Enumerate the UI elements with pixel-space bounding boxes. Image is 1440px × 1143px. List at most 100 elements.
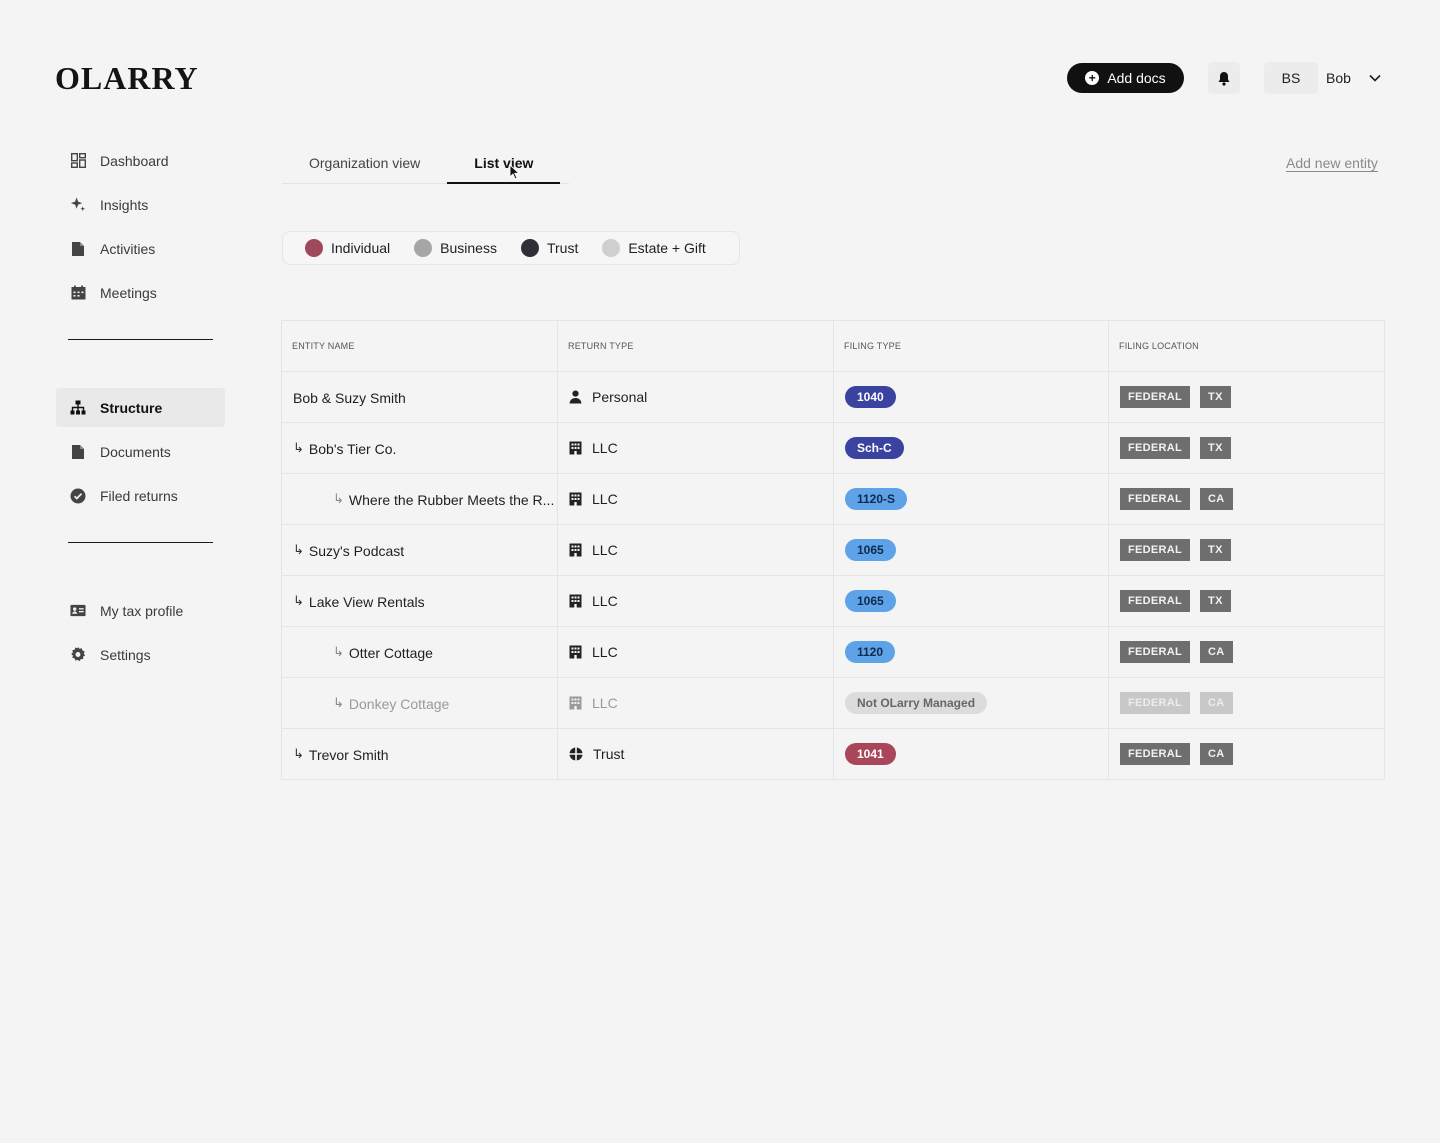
location-tag: CA bbox=[1200, 488, 1233, 510]
location-tag: FEDERAL bbox=[1120, 590, 1191, 612]
tab-list-view[interactable]: List view bbox=[447, 150, 561, 184]
table-row[interactable]: Bob & Suzy Smith Personal 1040 FEDERAL TX bbox=[281, 371, 1385, 423]
legend-item-estate-gift[interactable]: Estate + Gift bbox=[602, 239, 706, 257]
file-icon bbox=[70, 241, 86, 257]
sidebar-item-structure[interactable]: Structure bbox=[56, 388, 225, 427]
filing-type-cell: 1065 bbox=[833, 575, 1109, 627]
sidebar-item-filed-returns[interactable]: Filed returns bbox=[56, 476, 225, 515]
child-arrow-icon: ↳ bbox=[333, 644, 344, 660]
location-tag: FEDERAL bbox=[1120, 539, 1191, 561]
entity-name-cell: ↳ Trevor Smith bbox=[281, 728, 558, 780]
legend-dot bbox=[602, 239, 621, 257]
entity-name[interactable]: Bob & Suzy Smith bbox=[293, 390, 406, 406]
filing-location-cell: FEDERAL TX bbox=[1108, 371, 1385, 423]
table-row[interactable]: ↳ Lake View Rentals LLC 1065 FEDERAL TX bbox=[281, 575, 1385, 627]
entity-name-cell: ↳ Suzy's Podcast bbox=[281, 524, 558, 576]
return-type-label: LLC bbox=[592, 593, 618, 609]
sidebar-item-label: Filed returns bbox=[100, 487, 178, 504]
filing-type-cell: 1120 bbox=[833, 626, 1109, 678]
filing-type-cell: 1120-S bbox=[833, 473, 1109, 525]
person-icon bbox=[569, 390, 582, 404]
sidebar-item-label: Dashboard bbox=[100, 152, 169, 169]
legend-item-trust[interactable]: Trust bbox=[520, 239, 578, 257]
return-type-label: LLC bbox=[592, 440, 618, 456]
user-menu[interactable]: BS Bob bbox=[1264, 62, 1381, 94]
sidebar-item-meetings[interactable]: Meetings bbox=[56, 273, 225, 312]
notifications-button[interactable] bbox=[1208, 62, 1240, 94]
entity-name[interactable]: Where the Rubber Meets the R... bbox=[349, 492, 554, 508]
filing-location-cell: FEDERAL CA bbox=[1108, 677, 1385, 729]
table-row[interactable]: ↳ Donkey Cottage LLC Not OLarry Managed FEDE… bbox=[281, 677, 1385, 729]
user-name: Bob bbox=[1326, 70, 1351, 86]
sparkle-icon bbox=[70, 197, 86, 213]
entity-name[interactable]: Donkey Cottage bbox=[349, 696, 449, 712]
filing-location-cell: FEDERAL TX bbox=[1108, 524, 1385, 576]
sidebar-item-dashboard[interactable]: Dashboard bbox=[56, 141, 225, 180]
child-arrow-icon: ↳ bbox=[293, 593, 304, 609]
sidebar-item-insights[interactable]: Insights bbox=[56, 185, 225, 224]
filing-location-cell: FEDERAL CA bbox=[1108, 473, 1385, 525]
location-tag: FEDERAL bbox=[1120, 743, 1191, 765]
return-type-label: LLC bbox=[592, 542, 618, 558]
filing-type-badge: 1065 bbox=[845, 539, 896, 561]
return-type-cell: LLC bbox=[557, 524, 834, 576]
entity-name-cell: ↳ Otter Cottage bbox=[281, 626, 558, 678]
add-new-entity-link[interactable]: Add new entity bbox=[1286, 155, 1378, 171]
app-logo: OLARRY bbox=[55, 60, 199, 96]
location-tag: FEDERAL bbox=[1120, 641, 1191, 663]
filing-type-badge: 1120-S bbox=[845, 488, 908, 510]
return-type-cell: Trust bbox=[557, 728, 834, 780]
sidebar-item-settings[interactable]: Settings bbox=[56, 635, 225, 674]
sidebar-item-label: Activities bbox=[100, 240, 156, 257]
mouse-cursor-icon bbox=[509, 164, 520, 180]
filing-type-badge: 1120 bbox=[845, 641, 896, 663]
hierarchy-icon bbox=[70, 400, 86, 416]
table-row[interactable]: ↳ Suzy's Podcast LLC 1065 FEDERAL TX bbox=[281, 524, 1385, 576]
entity-name-cell: Bob & Suzy Smith bbox=[281, 371, 558, 423]
entity-name[interactable]: Lake View Rentals bbox=[309, 594, 425, 610]
return-type-cell: LLC bbox=[557, 626, 834, 678]
table-row[interactable]: ↳ Where the Rubber Meets the R... LLC 1120-… bbox=[281, 473, 1385, 525]
sidebar-item-activities[interactable]: Activities bbox=[56, 229, 225, 268]
entity-name[interactable]: Trevor Smith bbox=[309, 747, 389, 763]
sidebar-item-label: Documents bbox=[100, 443, 171, 460]
gear-icon bbox=[70, 646, 86, 663]
legend-label: Business bbox=[440, 240, 497, 256]
sidebar-item-documents[interactable]: Documents bbox=[56, 432, 225, 471]
entity-name[interactable]: Suzy's Podcast bbox=[309, 543, 404, 559]
legend-item-business[interactable]: Business bbox=[414, 239, 497, 257]
return-type-label: LLC bbox=[592, 644, 618, 660]
location-tag: TX bbox=[1200, 437, 1231, 459]
filing-type-cell: Not OLarry Managed bbox=[833, 677, 1109, 729]
legend-label: Individual bbox=[331, 240, 391, 256]
entity-name[interactable]: Bob's Tier Co. bbox=[309, 441, 397, 457]
chevron-down-icon bbox=[1369, 74, 1381, 82]
document-icon bbox=[70, 444, 86, 460]
legend-item-individual[interactable]: Individual bbox=[305, 239, 390, 257]
entity-name-cell: ↳ Lake View Rentals bbox=[281, 575, 558, 627]
sidebar-item-label: My tax profile bbox=[100, 602, 184, 619]
legend-label: Estate + Gift bbox=[628, 240, 706, 256]
filing-type-cell: 1041 bbox=[833, 728, 1109, 780]
child-arrow-icon: ↳ bbox=[333, 491, 344, 507]
table-row[interactable]: ↳ Otter Cottage LLC 1120 FEDERAL CA bbox=[281, 626, 1385, 678]
tab-organization-view[interactable]: Organization view bbox=[282, 150, 447, 184]
column-header-filing-type: FILING TYPE bbox=[833, 320, 1109, 372]
sidebar-item-my-tax-profile[interactable]: My tax profile bbox=[56, 591, 225, 630]
return-type-cell: LLC bbox=[557, 677, 834, 729]
table-row[interactable]: ↳ Bob's Tier Co. LLC Sch-C FEDERAL TX bbox=[281, 422, 1385, 474]
table-row[interactable]: ↳ Trevor Smith Trust 1041 FEDERAL CA bbox=[281, 728, 1385, 780]
location-tag: FEDERAL bbox=[1120, 488, 1191, 510]
add-docs-button[interactable]: + Add docs bbox=[1067, 63, 1184, 93]
building-icon bbox=[569, 543, 582, 557]
filing-location-cell: FEDERAL TX bbox=[1108, 422, 1385, 474]
filing-type-cell: Sch-C bbox=[833, 422, 1109, 474]
filing-type-badge: 1041 bbox=[845, 743, 896, 765]
column-header-return-type: RETURN TYPE bbox=[557, 320, 834, 372]
entity-name[interactable]: Otter Cottage bbox=[349, 645, 433, 661]
entity-name-cell: ↳ Donkey Cottage bbox=[281, 677, 558, 729]
child-arrow-icon: ↳ bbox=[333, 695, 344, 711]
return-type-label: Trust bbox=[593, 746, 625, 762]
calendar-icon bbox=[70, 285, 86, 301]
dashboard-icon bbox=[70, 153, 86, 169]
